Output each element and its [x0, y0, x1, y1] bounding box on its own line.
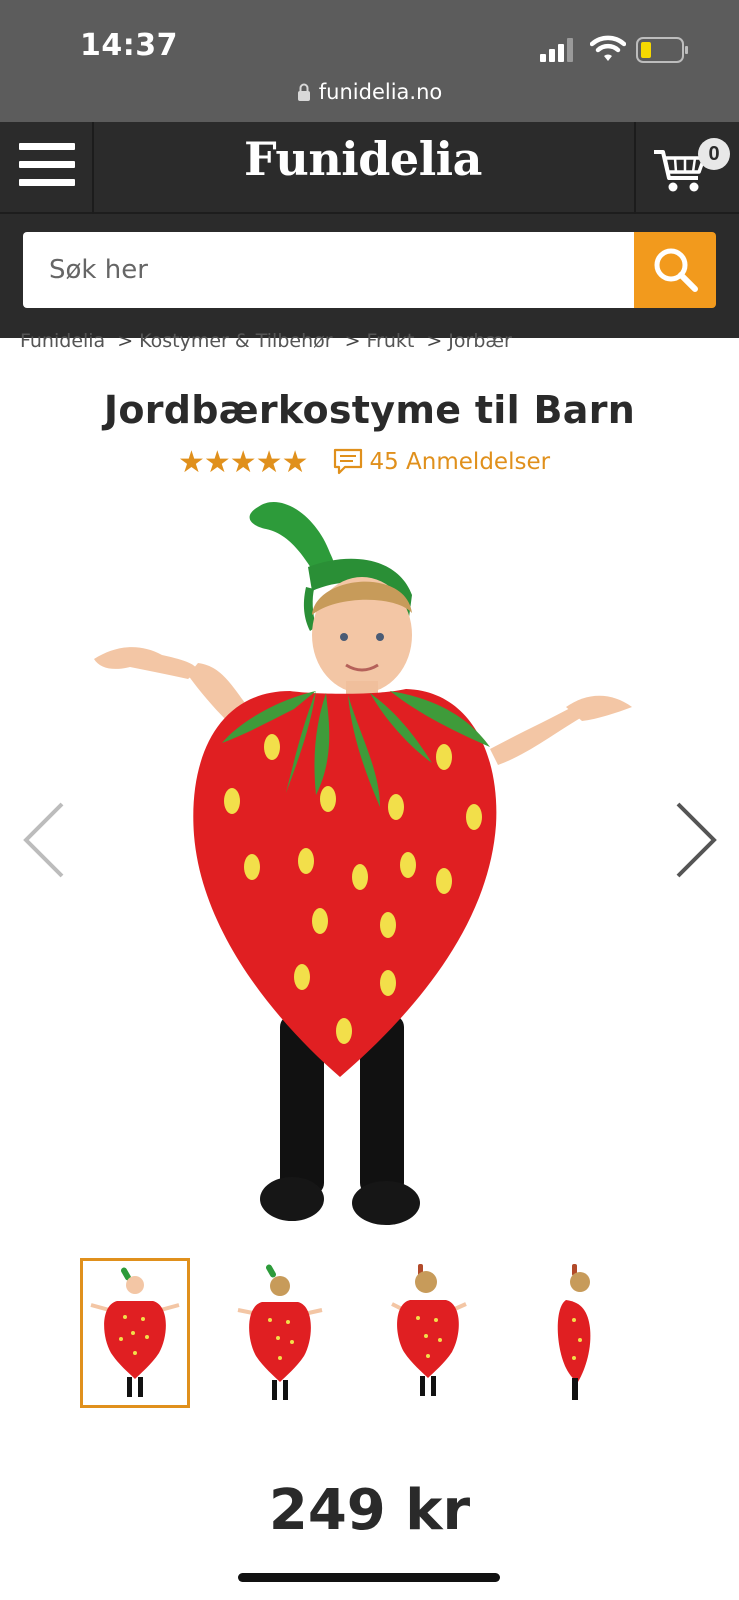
search-icon: [654, 248, 698, 292]
battery-icon: [636, 37, 688, 63]
thumbnail-image: [391, 1264, 467, 1396]
search-button[interactable]: [634, 232, 716, 308]
cart-count-badge: 0: [698, 138, 730, 170]
thumbnail-image: [557, 1264, 591, 1400]
breadcrumb: Funidelia > Kostymer & Tilbehør > Frukt > Jorb…: [20, 330, 512, 352]
thumbnail-3[interactable]: [380, 1258, 490, 1408]
reviews-count: 45 Anmeldelser: [369, 449, 551, 475]
wifi-icon: [590, 35, 626, 61]
thumbnail-2[interactable]: [230, 1258, 340, 1408]
rating-stars: ★★★★★: [178, 445, 308, 479]
lock-icon: [297, 83, 310, 101]
signal-icon: [540, 38, 573, 62]
thumbnail-strip: [80, 1258, 660, 1408]
previous-image-arrow-icon[interactable]: [20, 800, 68, 880]
cart-button[interactable]: 0: [634, 122, 739, 214]
product-image[interactable]: [80, 495, 660, 1265]
comment-icon: [334, 448, 363, 475]
thumbnail-image: [90, 1267, 180, 1397]
address-bar[interactable]: funidelia.no: [0, 80, 739, 104]
url-text: funidelia.no: [318, 80, 443, 104]
next-image-arrow-icon[interactable]: [672, 800, 720, 880]
breadcrumb-item[interactable]: Jorbær: [448, 330, 512, 352]
thumbnail-4[interactable]: [530, 1258, 640, 1408]
site-header: Funidelia 0: [0, 122, 739, 214]
product-price: 249 kr: [268, 1478, 471, 1543]
search-input[interactable]: [23, 232, 634, 308]
status-bar: 14:37 funidelia.no: [0, 0, 739, 122]
breadcrumb-separator: >: [426, 330, 443, 352]
thumbnail-image: [237, 1264, 323, 1400]
hamburger-line: [19, 161, 75, 168]
hamburger-line: [19, 179, 75, 186]
breadcrumb-item[interactable]: Kostymer & Tilbehør: [139, 330, 332, 352]
breadcrumb-item[interactable]: Funidelia: [20, 330, 105, 352]
status-time: 14:37: [80, 28, 178, 63]
breadcrumb-item[interactable]: Frukt: [367, 330, 415, 352]
thumbnail-1[interactable]: [80, 1258, 190, 1408]
product-rating: ★★★★★ 45 Anmeldelser: [178, 444, 550, 480]
hamburger-menu-button[interactable]: [0, 122, 94, 214]
breadcrumb-separator: >: [117, 330, 134, 352]
home-indicator[interactable]: [238, 1573, 500, 1582]
breadcrumb-separator: >: [344, 330, 361, 352]
search-bar: [0, 214, 739, 338]
product-title: Jordbærkostyme til Barn: [103, 388, 636, 432]
reviews-link[interactable]: 45 Anmeldelser: [333, 448, 550, 476]
hamburger-menu-icon: [19, 143, 75, 150]
site-logo[interactable]: Funidelia: [94, 132, 632, 186]
